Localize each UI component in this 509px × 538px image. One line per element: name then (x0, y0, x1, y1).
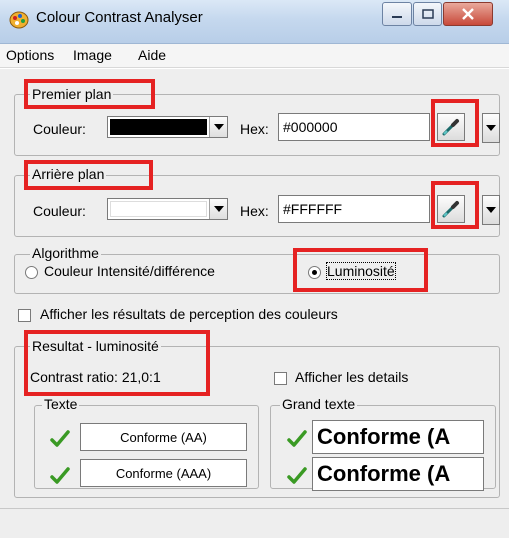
foreground-colour-label: Couleur: (33, 121, 86, 137)
background-legend: Arrière plan (30, 166, 107, 182)
text-subgroup-legend: Texte (42, 396, 80, 412)
minimize-icon (392, 16, 402, 18)
background-eyedropper-button[interactable] (437, 195, 465, 223)
background-colour-label: Couleur: (33, 203, 86, 219)
result-legend: Resultat - luminosité (30, 338, 161, 354)
menu-aide[interactable]: Aide (138, 47, 166, 63)
radio-luminosity-label[interactable]: Luminosité (326, 262, 396, 280)
text-aaa-result: Conforme (AAA) (80, 459, 247, 487)
foreground-hex-input[interactable] (278, 113, 430, 141)
app-icon (9, 11, 29, 29)
contrast-ratio-text: Contrast ratio: 21,0:1 (30, 369, 161, 385)
foreground-colour-combo[interactable] (107, 116, 228, 138)
show-perception-label[interactable]: Afficher les résultats de perception des… (40, 306, 338, 322)
close-icon (462, 8, 474, 20)
menu-options[interactable]: Options (6, 47, 54, 63)
radio-colour-intensity[interactable] (25, 266, 38, 279)
checkmark-icon (287, 430, 307, 447)
window-title: Colour Contrast Analyser (36, 9, 203, 26)
foreground-legend: Premier plan (30, 86, 114, 102)
eyedropper-icon (442, 201, 459, 218)
foreground-hex-label: Hex: (240, 121, 269, 137)
large-text-aaa-result: Conforme (A (312, 457, 484, 491)
menu-bar: Options Image Aide (0, 44, 509, 68)
checkmark-icon (50, 430, 70, 447)
show-details-label[interactable]: Afficher les details (295, 369, 408, 385)
chevron-down-icon[interactable] (209, 199, 227, 219)
background-swatch (110, 201, 207, 217)
foreground-picker-dropdown[interactable] (482, 113, 500, 143)
maximize-icon (421, 9, 434, 19)
radio-colour-intensity-label[interactable]: Couleur Intensité/différence (44, 263, 215, 279)
menu-image[interactable]: Image (73, 47, 112, 63)
title-bar: Colour Contrast Analyser (0, 0, 509, 44)
close-button[interactable] (443, 2, 493, 26)
large-text-aa-result: Conforme (A (312, 420, 484, 454)
background-picker-dropdown[interactable] (482, 195, 500, 225)
eyedropper-icon (442, 119, 459, 136)
maximize-button[interactable] (413, 2, 442, 26)
foreground-eyedropper-button[interactable] (437, 113, 465, 141)
text-aa-result: Conforme (AA) (80, 423, 247, 451)
checkmark-icon (50, 467, 70, 484)
chevron-down-icon[interactable] (209, 117, 227, 137)
large-text-subgroup-legend: Grand texte (280, 396, 358, 412)
show-details-checkbox[interactable] (274, 372, 287, 385)
foreground-swatch (110, 119, 207, 135)
minimize-button[interactable] (382, 2, 412, 26)
algorithm-legend: Algorithme (30, 245, 101, 261)
status-bar (0, 508, 509, 538)
background-hex-label: Hex: (240, 203, 269, 219)
background-hex-input[interactable] (278, 195, 430, 223)
checkmark-icon (287, 467, 307, 484)
show-perception-checkbox[interactable] (18, 309, 31, 322)
background-colour-combo[interactable] (107, 198, 228, 220)
radio-luminosity[interactable] (308, 266, 321, 279)
